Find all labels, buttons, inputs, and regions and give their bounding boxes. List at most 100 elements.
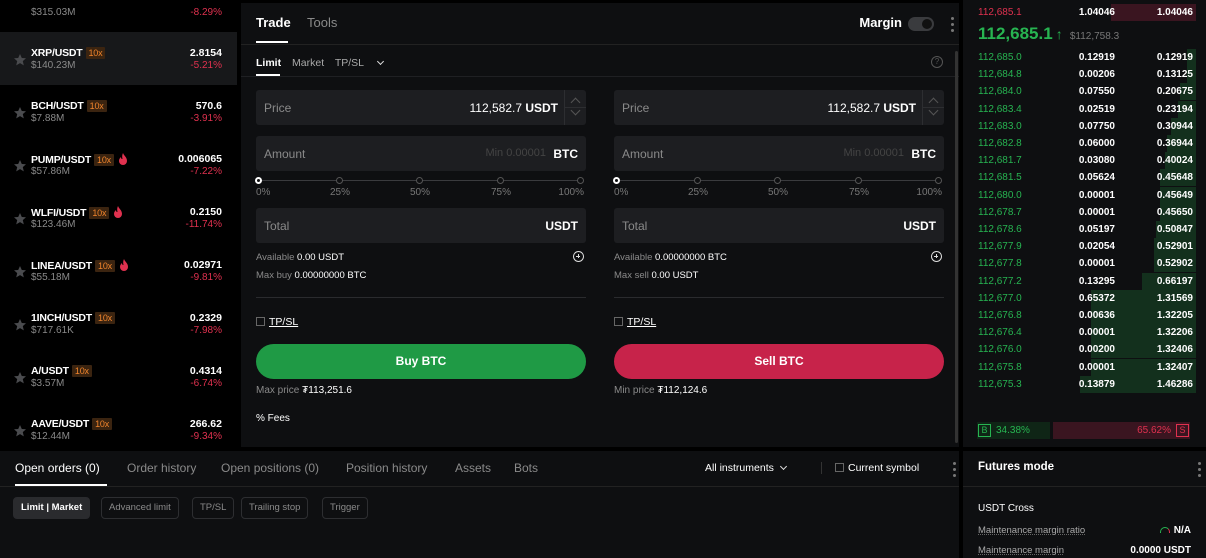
- bid-price: 112,676.8: [978, 310, 1022, 321]
- futures-menu-icon[interactable]: [1198, 462, 1201, 480]
- star-icon[interactable]: [13, 159, 27, 173]
- market-row[interactable]: LINEA/USDT 10x $55.18M 0.02971 -9.81%: [0, 244, 237, 297]
- slider-mark[interactable]: [694, 177, 701, 184]
- market-pair: BCH/USDT 10x: [31, 100, 107, 112]
- orderbook-bid-row[interactable]: 112,677.9 0.02054 0.52901: [963, 238, 1206, 256]
- orderbook-bid-row[interactable]: 112,678.6 0.05197 0.50847: [963, 221, 1206, 238]
- sell-available-value: 0.00000000 BTC: [655, 252, 727, 263]
- slider-mark[interactable]: [855, 177, 862, 184]
- buy-price-field[interactable]: Price 112,582.7 USDT: [256, 90, 586, 125]
- slider-mark[interactable]: [416, 177, 423, 184]
- orderbook-bid-row[interactable]: 112,685.0 0.12919 0.12919: [963, 49, 1206, 66]
- bid-total: 1.32206: [1156, 327, 1193, 339]
- buy-price-label: Price: [264, 101, 292, 115]
- orderbook-bid-row[interactable]: 112,677.8 0.00001 0.52902: [963, 255, 1206, 273]
- market-row[interactable]: AAVE/USDT 10x $12.44M 266.62 -9.34%: [0, 403, 237, 447]
- sell-amount-field[interactable]: Amount Min 0.00001 BTC: [614, 136, 944, 171]
- sell-price-stepper[interactable]: [922, 90, 944, 125]
- orderbook-bid-row[interactable]: 112,683.4 0.02519 0.23194: [963, 100, 1206, 118]
- scrollbar[interactable]: [955, 51, 958, 443]
- star-icon[interactable]: [13, 53, 27, 67]
- checkbox-icon: [835, 463, 844, 472]
- order-filter-chip[interactable]: Advanced limit: [101, 497, 179, 519]
- orders-tab[interactable]: Open positions (0): [221, 461, 319, 475]
- order-filter-chip[interactable]: Limit | Market: [13, 497, 91, 519]
- orderbook-bid-row[interactable]: 112,681.5 0.05624 0.45648: [963, 169, 1206, 187]
- orderbook-bid-row[interactable]: 112,683.0 0.07750 0.30944: [963, 117, 1206, 135]
- orders-tab[interactable]: Bots: [514, 461, 538, 475]
- orderbook-bid-row[interactable]: 112,684.0 0.07550 0.20675: [963, 83, 1206, 101]
- buy-amount-field[interactable]: Amount Min 0.00001 BTC: [256, 136, 586, 171]
- current-symbol-checkbox[interactable]: Current symbol: [835, 462, 919, 474]
- orders-menu-icon[interactable]: [953, 462, 956, 480]
- market-row[interactable]: A/USDT 10x $3.57M 0.4314 -6.74%: [0, 350, 237, 403]
- orderbook-bid-row[interactable]: 112,676.4 0.00001 1.32206: [963, 324, 1206, 342]
- order-filter-chip[interactable]: Trigger: [322, 497, 368, 519]
- orders-tab[interactable]: Assets: [455, 461, 491, 475]
- bid-total: 0.52902: [1156, 258, 1193, 270]
- sell-amount-slider[interactable]: 0% 25% 50% 75% 100%: [613, 175, 944, 199]
- futures-mode: USDT Cross: [978, 503, 1034, 514]
- orderbook-bid-row[interactable]: 112,682.8 0.06000 0.36944: [963, 135, 1206, 152]
- orderbook-bid-row[interactable]: 112,676.0 0.00200 1.32406: [963, 341, 1206, 359]
- orders-tab[interactable]: Open orders (0): [15, 461, 100, 475]
- star-icon[interactable]: [13, 265, 27, 279]
- sell-total-field[interactable]: Total USDT: [614, 208, 944, 243]
- orderbook-bid-row[interactable]: 112,684.8 0.00206 0.13125: [963, 66, 1206, 84]
- star-icon[interactable]: [13, 371, 27, 385]
- buy-total-field[interactable]: Total USDT: [256, 208, 586, 243]
- orders-tab[interactable]: Position history: [346, 461, 427, 475]
- plus-circle-icon[interactable]: [931, 251, 942, 262]
- fees-link[interactable]: % Fees: [256, 413, 290, 424]
- trade-panel-menu-icon[interactable]: [951, 17, 954, 35]
- buy-price-stepper[interactable]: [564, 90, 586, 125]
- sell-tpsl-checkbox[interactable]: TP/SL: [614, 316, 656, 328]
- market-volume: $7.88M: [31, 113, 65, 124]
- sell-price-field[interactable]: Price 112,582.7 USDT: [614, 90, 944, 125]
- buy-amount-slider[interactable]: 0% 25% 50% 75% 100%: [255, 175, 586, 199]
- market-row[interactable]: WLFI/USDT 10x $123.46M 0.2150 -11.74%: [0, 191, 237, 244]
- orderbook-bid-row[interactable]: 112,681.7 0.03080 0.40024: [963, 152, 1206, 170]
- slider-mark[interactable]: [935, 177, 942, 184]
- last-price: 112,685.1: [978, 24, 1053, 43]
- slider-mark[interactable]: [577, 177, 584, 184]
- sell-button[interactable]: Sell BTC: [614, 344, 944, 379]
- mm-ratio-label[interactable]: Maintenance margin ratio: [978, 525, 1085, 536]
- slider-mark[interactable]: [774, 177, 781, 184]
- mm-value: 0.0000 USDT: [1130, 545, 1191, 556]
- orderbook-bid-row[interactable]: 112,676.8 0.00636 1.32205: [963, 307, 1206, 324]
- bid-total: 1.32407: [1156, 361, 1193, 373]
- star-icon[interactable]: [13, 106, 27, 120]
- slider-mark[interactable]: [336, 177, 343, 184]
- slider-mark[interactable]: [497, 177, 504, 184]
- instruments-dropdown[interactable]: All instruments: [705, 462, 787, 474]
- buy-tpsl-checkbox[interactable]: TP/SL: [256, 316, 298, 328]
- market-row[interactable]: PUMP/USDT 10x $57.86M 0.006065 -7.22%: [0, 138, 237, 191]
- orderbook-bid-row[interactable]: 112,675.3 0.13879 1.46286: [963, 375, 1206, 393]
- orderbook-bid-row[interactable]: 112,678.7 0.00001 0.45650: [963, 203, 1206, 221]
- orderbook-bid-row[interactable]: 112,680.0 0.00001 0.45649: [963, 186, 1206, 204]
- plus-circle-icon[interactable]: [573, 251, 584, 262]
- market-row[interactable]: XRP/USDT 10x $140.23M 2.8154 -5.21%: [0, 32, 237, 85]
- star-icon[interactable]: [13, 212, 27, 226]
- gauge-icon: [1159, 527, 1170, 533]
- market-row[interactable]: BCH/USDT 10x $7.88M 570.6 -3.91%: [0, 85, 237, 138]
- market-row[interactable]: 1INCH/USDT 10x $717.61K 0.2329 -7.98%: [0, 297, 237, 350]
- orderbook-bid-row[interactable]: 112,675.8 0.00001 1.32407: [963, 358, 1206, 376]
- buy-button[interactable]: Buy BTC: [256, 344, 586, 379]
- order-filter-chip[interactable]: TP/SL: [192, 497, 235, 519]
- market-pair-name: PUMP/USDT: [31, 154, 92, 166]
- orderbook-bid-row[interactable]: 112,677.0 0.65372 1.31569: [963, 289, 1206, 307]
- star-icon[interactable]: [13, 424, 27, 438]
- orderbook-ask-row[interactable]: 112,685.1 1.04046 1.04046: [963, 4, 1206, 21]
- star-icon[interactable]: [13, 318, 27, 332]
- bid-total: 1.46286: [1156, 378, 1193, 390]
- mm-label[interactable]: Maintenance margin: [978, 545, 1064, 556]
- orders-tab[interactable]: Order history: [127, 461, 196, 475]
- slider-handle[interactable]: [255, 177, 262, 184]
- market-row[interactable]: $315.03M -8.29%: [0, 0, 237, 32]
- orderbook-bid-row[interactable]: 112,677.2 0.13295 0.66197: [963, 272, 1206, 290]
- slider-handle[interactable]: [613, 177, 620, 184]
- order-filter-chip[interactable]: Trailing stop: [241, 497, 309, 519]
- bid-total: 0.20675: [1156, 86, 1193, 98]
